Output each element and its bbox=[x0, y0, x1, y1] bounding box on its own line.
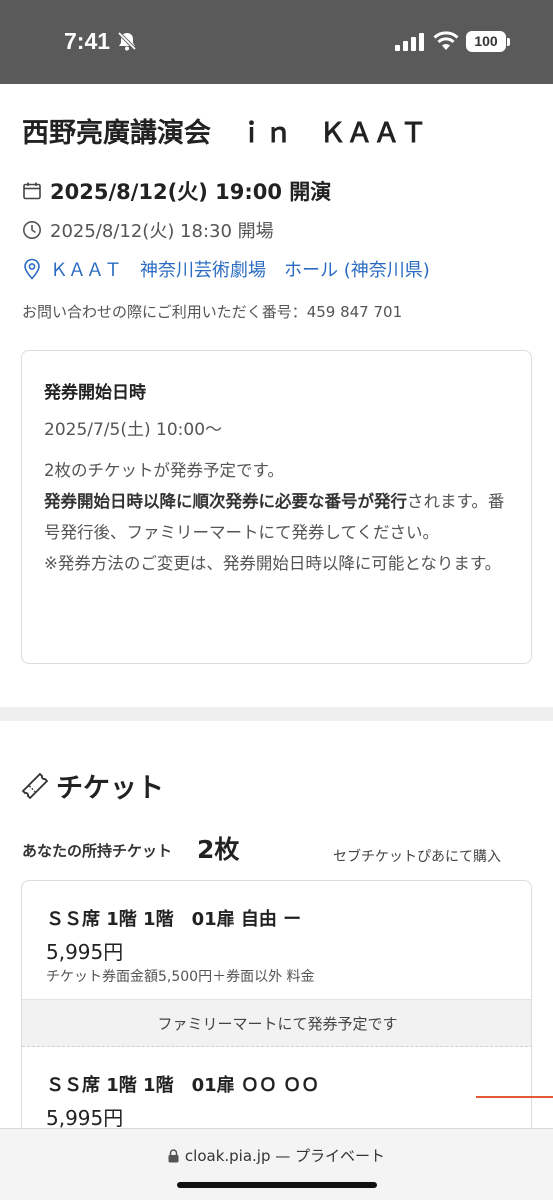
issue-method-bar[interactable]: ファミリーマートにて発券予定です bbox=[22, 999, 531, 1047]
ticket-section-heading: チケット bbox=[20, 766, 164, 805]
home-indicator[interactable] bbox=[177, 1182, 377, 1188]
ticket-heading-text: チケット bbox=[56, 773, 164, 804]
ticket-seat: ＳＳ席 1階 1階 01扉 ＯＯ ＯＯ bbox=[46, 1075, 320, 1096]
battery-icon: 100 bbox=[466, 31, 506, 52]
browser-address-bar[interactable]: cloak.pia.jp — プライベート bbox=[0, 1128, 553, 1200]
start-time: 2025/8/12(火) 19:00 開演 bbox=[50, 180, 332, 204]
section-divider bbox=[0, 707, 553, 721]
bell-slash-icon bbox=[117, 31, 137, 51]
issue-date: 2025/7/5(土) 10:00〜 bbox=[44, 420, 223, 440]
ticket-seat: ＳＳ席 1階 1階 01扉 自由 ー bbox=[46, 909, 302, 930]
issue-bold-text: 発券開始日時以降に順次発券に必要な番号が発行 bbox=[44, 492, 407, 511]
issue-paragraph: 発券開始日時以降に順次発券に必要な番号が発行されます。番号発行後、ファミリーマー… bbox=[44, 486, 506, 548]
url-suffix: — プライベート bbox=[275, 1147, 386, 1165]
ticket-icon bbox=[21, 772, 49, 799]
status-time: 7:41 bbox=[64, 28, 111, 54]
inquiry-number: お問い合わせの際にご利用いただく番号：459 847 701 bbox=[22, 303, 403, 321]
url-display[interactable]: cloak.pia.jp — プライベート bbox=[0, 1145, 553, 1166]
buy-ticket-link[interactable]: セブチケットぴあにて購入 bbox=[333, 846, 501, 866]
battery-tip bbox=[507, 38, 510, 46]
issue-description: 2枚のチケットが発券予定です。 発券開始日時以降に順次発券に必要な番号が発行され… bbox=[44, 455, 506, 579]
doors-time: 2025/8/12(火) 18:30 開場 bbox=[50, 221, 274, 242]
issue-note: ※発券方法のご変更は、発券開始日時以降に可能となります。 bbox=[44, 554, 502, 573]
issue-heading: 発券開始日時 bbox=[44, 383, 146, 403]
status-bar: 7:41 100 bbox=[0, 0, 553, 84]
venue-link[interactable]: ＫＡＡＴ 神奈川芸術劇場 ホール (神奈川県) bbox=[22, 256, 430, 282]
ticket-price-note: チケット券面金額5,500円＋券面以外 料金 bbox=[46, 969, 315, 985]
wifi-icon bbox=[433, 31, 459, 50]
owned-tickets-label: あなたの所持チケット bbox=[22, 842, 173, 860]
venue-name: ＫＡＡＴ 神奈川芸術劇場 ホール (神奈川県) bbox=[50, 260, 430, 281]
issue-line1: 2枚のチケットが発券予定です。 bbox=[44, 461, 284, 480]
lock-icon bbox=[168, 1149, 179, 1163]
clock-icon bbox=[23, 221, 41, 239]
issue-info-box: 発券開始日時 2025/7/5(土) 10:00〜 2枚のチケットが発券予定です… bbox=[21, 350, 532, 664]
event-title: 西野亮廣講演会 ｉｎ ＫＡＡＴ bbox=[22, 118, 427, 149]
accent-line bbox=[476, 1096, 553, 1098]
calendar-icon bbox=[23, 182, 41, 200]
doors-time-row: 2025/8/12(火) 18:30 開場 bbox=[22, 217, 274, 243]
signal-icon bbox=[395, 33, 424, 51]
start-time-row: 2025/8/12(火) 19:00 開演 bbox=[22, 176, 331, 206]
url-text: cloak.pia.jp bbox=[184, 1147, 271, 1165]
owned-tickets-count: 2枚 bbox=[197, 835, 240, 864]
ticket-price: 5,995円 bbox=[46, 940, 124, 964]
map-pin-icon bbox=[24, 258, 40, 280]
ticket-price: 5,995円 bbox=[46, 1106, 124, 1130]
